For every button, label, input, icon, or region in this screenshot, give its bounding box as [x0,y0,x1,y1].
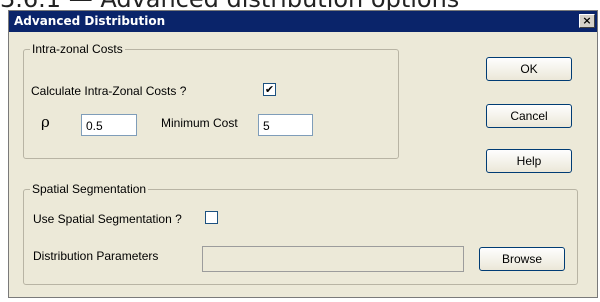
advanced-distribution-dialog: Advanced Distribution × Intra-zonal Cost… [8,10,598,298]
checkmark-icon: ✔ [264,83,275,96]
cancel-button[interactable]: Cancel [486,104,572,128]
close-icon: × [582,14,592,27]
rho-input[interactable]: 0.5 [81,114,137,136]
calc-intrazonal-checkbox[interactable]: ✔ [263,83,276,96]
use-spatial-checkbox[interactable] [205,211,218,224]
intrazonal-costs-group: Intra-zonal Costs [23,42,399,159]
distribution-parameters-label: Distribution Parameters [33,249,159,263]
ok-button[interactable]: OK [486,57,572,81]
minimum-cost-label: Minimum Cost [161,116,238,130]
spatial-group-label: Spatial Segmentation [30,182,149,196]
rho-label: ρ [41,113,50,131]
calc-intrazonal-label: Calculate Intra-Zonal Costs ? [31,84,187,98]
intrazonal-group-label: Intra-zonal Costs [30,42,125,56]
window-title: Advanced Distribution [14,14,166,28]
title-bar[interactable]: Advanced Distribution × [9,11,597,32]
distribution-parameters-field [202,246,464,272]
use-spatial-label: Use Spatial Segmentation ? [33,212,182,226]
minimum-cost-input[interactable]: 5 [258,114,313,136]
help-button[interactable]: Help [486,149,572,173]
browse-button[interactable]: Browse [479,247,565,271]
close-button[interactable]: × [579,14,595,28]
